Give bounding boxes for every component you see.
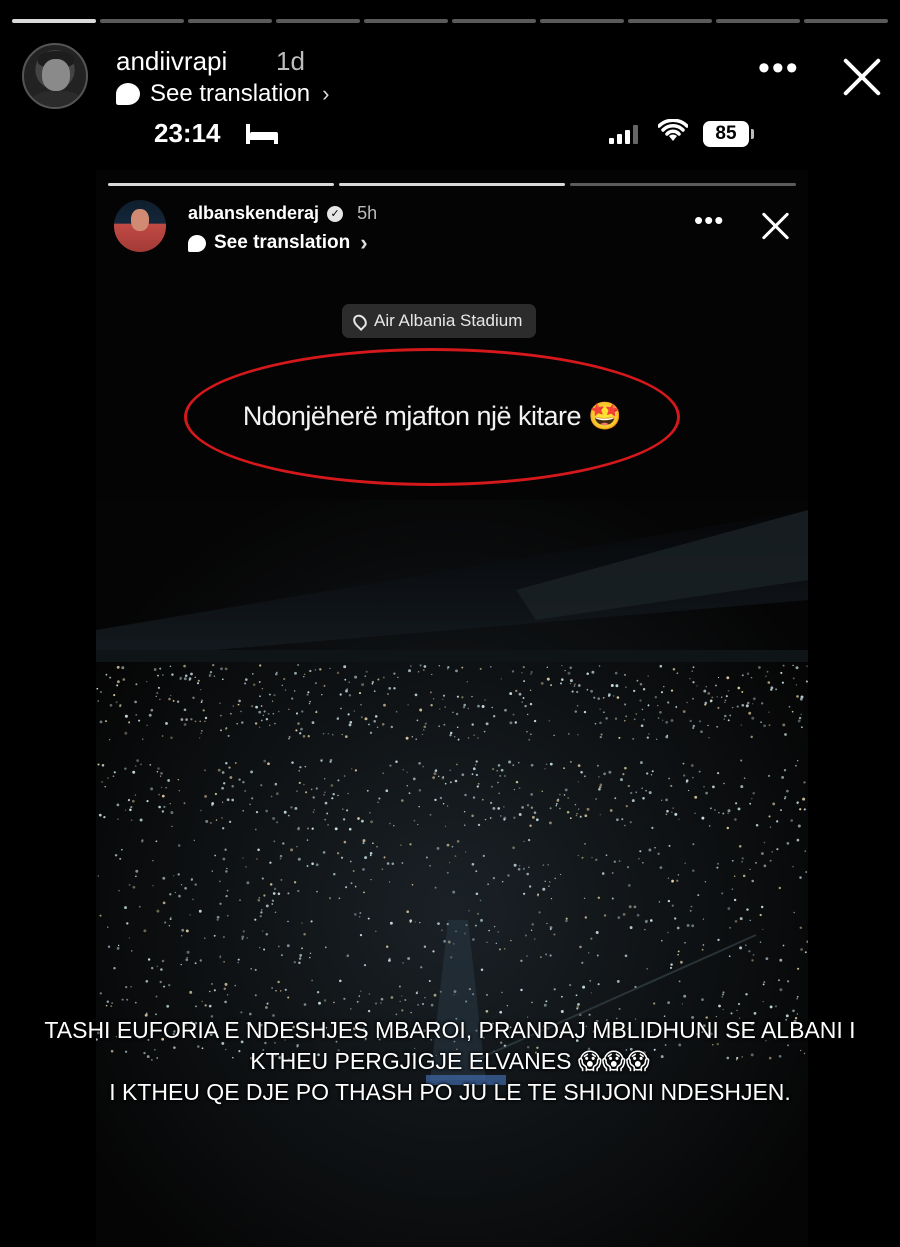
speech-bubble-icon xyxy=(116,83,140,105)
outer-translate-label: See translation xyxy=(150,80,311,107)
inner-avatar[interactable] xyxy=(114,200,166,252)
inner-translate-label: See translation xyxy=(214,232,351,253)
progress-segment xyxy=(716,19,800,23)
overlay-line-3: I KTHEU QE DJE PO THASH PO JU LE TE SHIJ… xyxy=(109,1079,791,1105)
outer-username[interactable]: andiivrapi xyxy=(116,46,227,77)
progress-segment xyxy=(12,19,96,23)
inner-user-row[interactable]: albanskenderaj ✓ 5h xyxy=(188,203,377,224)
outer-see-translation[interactable]: See translation › xyxy=(116,80,329,108)
story-caption: Ndonjëherë mjafton një kitare 🤩 xyxy=(242,401,622,431)
outer-time-ago: 1d xyxy=(276,46,305,76)
close-icon[interactable] xyxy=(838,52,888,102)
progress-segment xyxy=(452,19,536,23)
location-pin-icon xyxy=(350,311,370,331)
outer-story-progress xyxy=(12,19,888,23)
stadium-photo xyxy=(96,500,808,1247)
wifi-icon xyxy=(657,118,689,150)
progress-segment xyxy=(570,183,796,186)
battery-indicator: 85 xyxy=(703,121,754,147)
more-options-icon[interactable]: ••• xyxy=(758,51,800,85)
location-sticker[interactable]: Air Albania Stadium xyxy=(342,304,537,338)
progress-segment xyxy=(628,19,712,23)
speech-bubble-icon xyxy=(188,234,206,252)
more-options-icon[interactable]: ••• xyxy=(694,207,724,233)
location-label: Air Albania Stadium xyxy=(374,311,523,330)
progress-segment xyxy=(276,19,360,23)
overlay-line-1: TASHI EUFORIA E NDESHJES MBAROI, PRANDAJ… xyxy=(44,1017,856,1043)
progress-segment xyxy=(188,19,272,23)
verified-badge-icon: ✓ xyxy=(327,205,344,222)
overlay-commentary: TASHI EUFORIA E NDESHJES MBAROI, PRANDAJ… xyxy=(0,1015,900,1108)
inner-story-progress xyxy=(108,183,796,186)
inner-see-translation[interactable]: See translation › xyxy=(188,230,368,256)
progress-segment xyxy=(540,19,624,23)
sleep-bed-icon xyxy=(246,124,278,144)
close-icon[interactable] xyxy=(758,208,794,244)
progress-segment xyxy=(100,19,184,23)
progress-segment xyxy=(108,183,334,186)
overlay-line-2: KTHEU PERGJIGJE ELVANES 😱😱😱 xyxy=(250,1048,650,1074)
inner-time-ago: 5h xyxy=(357,203,378,223)
status-time: 23:14 xyxy=(154,118,221,148)
chevron-right-icon: › xyxy=(322,81,330,106)
progress-segment xyxy=(804,19,888,23)
cellular-signal-icon xyxy=(609,124,638,144)
outer-avatar[interactable] xyxy=(22,43,88,109)
inner-username[interactable]: albanskenderaj xyxy=(188,203,319,224)
progress-segment xyxy=(339,183,565,186)
progress-segment xyxy=(364,19,448,23)
chevron-right-icon: › xyxy=(360,230,368,255)
